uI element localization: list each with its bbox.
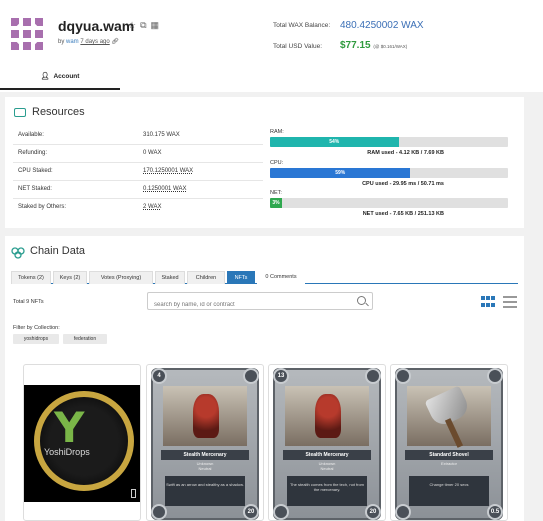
star-icon[interactable]: ☆: [128, 20, 140, 30]
card-name: Standard Shovel: [405, 450, 493, 460]
nft-card-standard-shovel[interactable]: Standard Shovel Extractor Change timer 2…: [390, 364, 508, 521]
card-description: The stealth comes from the tech, not fro…: [287, 476, 367, 506]
gem-icon: [395, 368, 411, 384]
resource-row-staked-by-others: Staked by Others: 2 WAX: [18, 204, 162, 210]
total-usd-value: $77.15 (@ $0.161/WAX): [340, 40, 408, 51]
chain-data-card: Chain Data Tokens (2) Keys (2) Votes (Pr…: [5, 236, 524, 521]
shovel-handle: [444, 418, 464, 448]
chain-data-title: Chain Data: [30, 245, 86, 257]
tab-nfts[interactable]: NFTs: [227, 271, 255, 284]
list-view-icon[interactable]: [503, 296, 517, 308]
gem-icon: [487, 368, 503, 384]
total-wax-label: Total WAX Balance:: [273, 22, 331, 29]
gem-icon: 13: [273, 368, 289, 384]
gem-icon: [151, 504, 167, 520]
tab-tokens[interactable]: Tokens (2): [11, 271, 51, 284]
nft-card-stealth-mercenary-2[interactable]: 13 Stealth Mercenary Unknown Neutral The …: [268, 364, 386, 521]
tab-votes[interactable]: Votes (Proxying): [89, 271, 153, 284]
chain-tabs: Tokens (2) Keys (2) Votes (Proxying) Sta…: [11, 271, 518, 284]
resource-row-net-staked: NET Staked: 0.1250001 WAX: [13, 181, 263, 199]
gem-icon: [395, 504, 411, 520]
collection-chip-federation[interactable]: federation: [63, 334, 107, 344]
battery-icon: [131, 489, 136, 498]
tab-keys[interactable]: Keys (2): [53, 271, 87, 284]
robot-figure: [193, 394, 219, 438]
card-subtitle: Unknown Neutral: [318, 461, 336, 471]
card-name: Stealth Mercenary: [161, 450, 249, 460]
account-avatar: [7, 14, 47, 54]
net-caption: NET used - 7.65 KB / 251.13 KB: [362, 211, 444, 217]
net-bar: 3%: [270, 198, 508, 208]
nft-image: 4 Stealth Mercenary Unknown Neutral Swift…: [151, 368, 259, 520]
created-by: by wam 7 days ago 🔗︎: [58, 39, 120, 45]
cpu-bar: 59%: [270, 168, 508, 178]
chain-icon: [11, 247, 25, 259]
total-usd-label: Total USD Value:: [273, 43, 323, 50]
tab-children[interactable]: Children: [187, 271, 225, 284]
gem-icon: [273, 504, 289, 520]
nft-logo-text: YoshiDrops: [44, 447, 90, 457]
nft-image: 13 Stealth Mercenary Unknown Neutral The …: [273, 368, 381, 520]
gem-icon: [365, 368, 381, 384]
grid-view-icon[interactable]: [481, 296, 495, 309]
card-subtitle: Unknown Neutral: [196, 461, 214, 471]
net-bar-fill: 3%: [270, 198, 282, 208]
ram-caption: RAM used - 4.12 KB / 7.69 KB: [367, 150, 444, 156]
user-icon: 👤︎: [40, 73, 50, 80]
usd-rate: (@ $0.161/WAX): [373, 44, 408, 49]
resources-card: Resources Available: 310.175 WAX Refundin…: [5, 97, 524, 228]
resources-icon: [14, 108, 26, 117]
nft-card-yoshidrops[interactable]: Y YoshiDrops: [23, 364, 141, 521]
resource-row-cpu-staked: CPU Staked: 170.1250001 WAX: [13, 163, 263, 181]
card-description: Swift as an arrow and stealthy as a shad…: [165, 476, 245, 506]
copy-icon[interactable]: ⧉: [140, 20, 150, 30]
nft-image: Standard Shovel Extractor Change timer 2…: [395, 368, 503, 520]
total-wax-value: 480.4250002 WAX: [340, 20, 424, 31]
cpu-bar-fill: 59%: [270, 168, 411, 178]
card-art: [407, 385, 491, 448]
created-age: 7 days ago: [80, 39, 110, 45]
qr-icon[interactable]: ▦: [151, 20, 164, 30]
total-nfts: Total 9 NFTs: [13, 299, 44, 305]
account-header: dqyua.wam ☆⧉▦ by wam 7 days ago 🔗︎ Total…: [0, 0, 543, 92]
gem-icon: 4: [151, 368, 167, 384]
creator-link[interactable]: wam: [66, 39, 79, 45]
gem-icon: 0.5: [487, 504, 503, 520]
resources-title: Resources: [32, 106, 85, 118]
resource-row-available: Available: 310.175 WAX: [13, 127, 263, 145]
gem-icon: [243, 368, 259, 384]
gem-icon: 20: [365, 504, 381, 520]
filter-label: Filter by Collection:: [13, 325, 60, 331]
tab-account[interactable]: 👤︎ Account: [0, 68, 120, 90]
nft-card-stealth-mercenary-1[interactable]: 4 Stealth Mercenary Unknown Neutral Swift…: [146, 364, 264, 521]
card-art: [163, 386, 247, 446]
card-description: Change timer 20 secs: [409, 476, 489, 506]
tab-comments[interactable]: 0 Comments: [257, 271, 305, 284]
link-icon[interactable]: 🔗︎: [111, 39, 119, 45]
resource-row-refunding: Refunding: 0 WAX: [13, 145, 263, 163]
ram-label: RAM:: [270, 129, 284, 135]
yoshi-y-glyph: Y: [54, 403, 85, 452]
ram-bar: 54%: [270, 137, 508, 147]
nft-image: Y YoshiDrops: [24, 385, 140, 502]
cpu-caption: CPU used - 29.95 ms / 50.71 ms: [362, 181, 444, 187]
robot-figure: [315, 394, 341, 438]
tab-staked[interactable]: Staked: [155, 271, 185, 284]
account-name: dqyua.wam: [58, 18, 135, 34]
ram-bar-fill: 54%: [270, 137, 399, 147]
card-name: Stealth Mercenary: [283, 450, 371, 460]
nft-search-input[interactable]: [148, 297, 348, 313]
card-subtitle: Extractor: [440, 461, 457, 466]
search-icon[interactable]: [357, 296, 366, 305]
net-label: NET:: [270, 190, 282, 196]
gem-icon: 20: [243, 504, 259, 520]
collection-chip-yoshidrops[interactable]: yoshidrops: [13, 334, 59, 344]
card-art: [285, 386, 369, 446]
nft-search: [147, 292, 373, 313]
cpu-label: CPU:: [270, 160, 284, 166]
